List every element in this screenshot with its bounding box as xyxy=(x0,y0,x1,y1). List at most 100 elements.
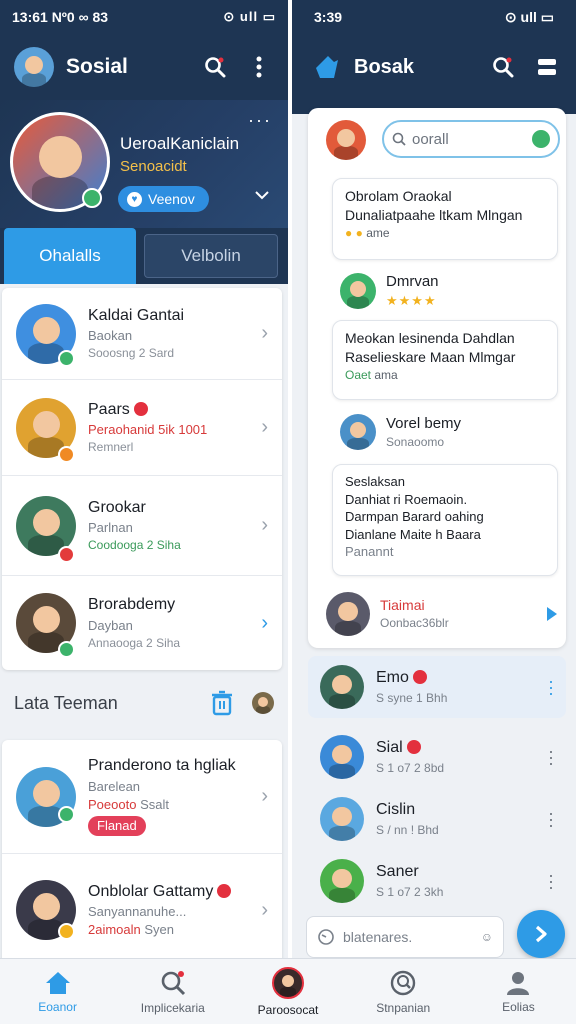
chevron-right-icon: › xyxy=(261,898,268,921)
feed-user[interactable]: Dmrvan ★★★★ xyxy=(340,272,439,310)
feed-user-name: Dmrvan xyxy=(386,273,439,290)
emoji-icon[interactable] xyxy=(532,130,550,148)
more-menu-button[interactable] xyxy=(244,52,274,82)
avatar[interactable] xyxy=(326,120,366,160)
search-icon xyxy=(161,970,185,995)
chat-sub: S / nn ! Bhd xyxy=(376,822,439,837)
friend-sub: Peraohanid 5ik 1001 xyxy=(88,422,208,438)
tag-pill[interactable]: Flanad xyxy=(88,816,146,837)
friend-list: Kaldai Gantai Baokan Sooosng 2 Sard › Pa… xyxy=(2,288,282,670)
chat-name: Cislin xyxy=(376,801,416,819)
chevron-right-icon: › xyxy=(261,785,268,807)
search-button[interactable] xyxy=(200,52,230,82)
feed-user-name: Vorel bemy xyxy=(386,415,462,432)
post-line: Danhiat ri Roemaoin. xyxy=(345,491,468,507)
app-title: Bosak xyxy=(354,55,415,78)
chat-sub: S syne 1 Bhh xyxy=(376,690,448,705)
friend-name: Pranderono ta hgliak xyxy=(88,757,236,775)
app-title: Sosial xyxy=(66,55,128,78)
send-button[interactable] xyxy=(517,910,565,958)
friend-meta: Sooosng 2 Sard xyxy=(88,346,175,361)
post-bubble[interactable]: Obrolam Oraokal Dunaliatpaahe ltkam Mlng… xyxy=(332,178,558,260)
post-bubble[interactable]: Meokan lesinenda Dahdlan Raselieskare Ma… xyxy=(332,320,558,400)
status-time: 3:39 xyxy=(314,9,343,25)
section-title: Lata Teeman xyxy=(14,692,118,713)
feed-user[interactable]: Tiaimai Oonbac36blr xyxy=(326,592,558,636)
profile-pill-label: Veenov xyxy=(148,191,195,207)
friend-meta: Annaooga 2 Siha xyxy=(88,635,181,650)
friend-meta: Remnerl xyxy=(88,440,134,455)
heart-icon xyxy=(217,883,232,898)
menu-button[interactable] xyxy=(532,52,562,82)
feed-user[interactable]: Vorel bemy Sonaoomo xyxy=(340,414,462,451)
profile-banner: ··· UeroalKaniclain Senoacidt ♥ Veenov xyxy=(0,100,288,228)
feed-user-name: Tiaimai xyxy=(380,597,425,614)
list-item[interactable]: Onblolar Gattamy Sanyannanuhe... 2aimoal… xyxy=(2,854,282,958)
explore-icon xyxy=(391,970,416,995)
list-item[interactable]: Brorabdemy Dayban Annaooga 2 Siha › xyxy=(2,576,282,670)
chat-row[interactable]: Saner S 1 o7 2 3kh · · · xyxy=(308,850,566,912)
avatar xyxy=(340,272,376,309)
status-icons: ⊙ ull ▭ xyxy=(504,8,554,25)
list-item[interactable]: Grookar Parlnan Coodooga 2 Siha › xyxy=(2,476,282,576)
avatar xyxy=(326,592,370,636)
friend-meta: Coodooga 2 Siha xyxy=(88,538,181,553)
list-item[interactable]: Kaldai Gantai Baokan Sooosng 2 Sard › xyxy=(2,288,282,380)
chevron-down-icon[interactable] xyxy=(254,190,270,200)
search-placeholder: oorall xyxy=(412,130,449,148)
post-line: Darmpan Barard oahing xyxy=(345,509,484,525)
post-line: Raselieskare Maan Mlmgar xyxy=(345,348,516,365)
kebab-icon[interactable]: · · · xyxy=(548,672,554,702)
heart-icon xyxy=(133,401,148,416)
friend-name: Grookar xyxy=(88,498,146,516)
search-input[interactable]: oorall xyxy=(382,120,560,158)
kebab-icon[interactable]: · · · xyxy=(548,742,554,772)
avatar xyxy=(320,859,364,903)
status-badge xyxy=(58,806,75,823)
tab-bar: Ohalalls Velbolin xyxy=(0,228,288,284)
nav-search[interactable]: Implicekaria xyxy=(115,959,230,1024)
nav-home[interactable]: Eoanor xyxy=(0,959,115,1024)
chat-row[interactable]: Emo S syne 1 Bhh · · · xyxy=(308,656,566,718)
profile-status-pill[interactable]: ♥ Veenov xyxy=(118,186,209,212)
profile-name: UeroalKaniclain xyxy=(120,134,240,153)
nav-profile[interactable]: Paroosocat xyxy=(230,959,345,1024)
play-icon[interactable] xyxy=(546,606,558,622)
user-avatar[interactable] xyxy=(14,47,54,87)
post-line: Meokan lesinenda Dahdlan xyxy=(345,330,515,346)
tab-velbolin[interactable]: Velbolin xyxy=(144,234,278,278)
message-input[interactable]: blatenares. ☺ xyxy=(306,916,504,958)
post-meta: Oaet xyxy=(345,367,372,382)
search-button[interactable] xyxy=(488,52,518,82)
friend-sub: Barelean xyxy=(88,778,141,794)
friend-name: Kaldai Gantai xyxy=(88,306,185,324)
friend-meta-2: Ssalt xyxy=(140,797,169,812)
clock-icon xyxy=(318,929,334,945)
chat-name: Sial xyxy=(376,739,403,757)
nav-explore[interactable]: Stnpanian xyxy=(346,959,461,1024)
chat-row[interactable]: Sial S 1 o7 2 8bd · · · xyxy=(308,726,566,788)
nav-label: Implicekaria xyxy=(140,1000,205,1015)
emoji-icon[interactable]: ☺ xyxy=(481,930,493,944)
bottom-nav: Eoanor Implicekaria Paroosocat Stnpanian… xyxy=(0,958,576,1024)
post-line: Seslaksan xyxy=(345,474,405,489)
trash-icon[interactable] xyxy=(210,690,234,716)
friend-meta: 2aimoaln xyxy=(88,922,141,938)
kebab-icon[interactable]: · · · xyxy=(548,866,554,896)
list-item[interactable]: Pranderono ta hgliak Barelean Poeooto Ss… xyxy=(2,740,282,854)
friend-name: Paars xyxy=(88,400,130,418)
chat-sub: S 1 o7 2 8bd xyxy=(376,760,445,775)
list-item[interactable]: Paars Peraohanid 5ik 1001 Remnerl › xyxy=(2,380,282,476)
nav-label: Paroosocat xyxy=(257,1002,319,1017)
post-bubble[interactable]: Seslaksan Danhiat ri Roemaoin. Darmpan B… xyxy=(332,464,558,576)
right-panel: 3:39 ⊙ ull ▭ Bosak oorall Obrolam Oraoka… xyxy=(292,0,576,958)
chat-row[interactable]: Cislin S / nn ! Bhd · · · xyxy=(308,788,566,850)
profile-more-icon[interactable]: ··· xyxy=(248,110,272,131)
kebab-icon[interactable]: · · · xyxy=(548,804,554,834)
home-icon xyxy=(45,971,70,994)
nav-label: Stnpanian xyxy=(376,1000,431,1015)
tab-ohalalls[interactable]: Ohalalls xyxy=(4,228,136,284)
post-line: Dunaliatpaahe ltkam Mlngan xyxy=(345,206,523,223)
nav-user[interactable]: Eolias xyxy=(461,959,576,1024)
avatar[interactable] xyxy=(252,692,274,714)
